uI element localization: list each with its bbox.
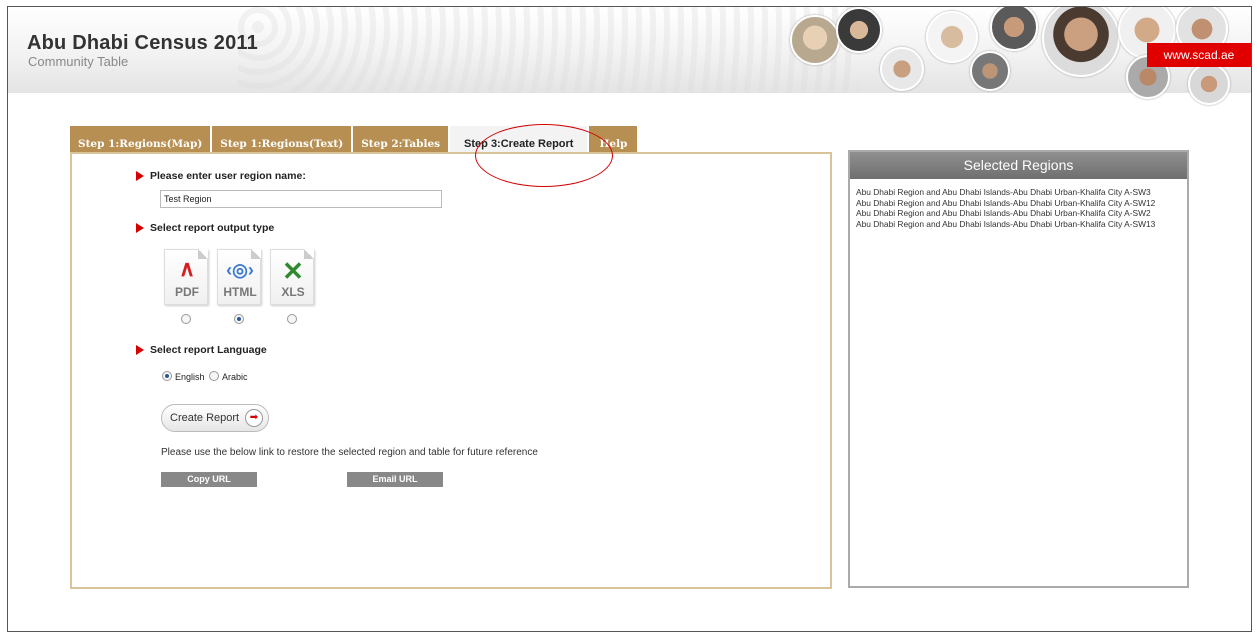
- header-photo: [1188, 63, 1230, 105]
- html-globe-icon: ‹◎›: [226, 260, 254, 280]
- create-report-label: Create Report: [170, 412, 240, 424]
- language-arabic-radio[interactable]: [209, 371, 219, 381]
- region-name-input[interactable]: [160, 190, 442, 208]
- header-photo: [926, 11, 978, 63]
- header-photo: [880, 47, 924, 91]
- list-item: Abu Dhabi Region and Abu Dhabi Islands-A…: [856, 197, 1156, 208]
- output-type-label: Select report output type: [135, 222, 275, 234]
- create-report-button[interactable]: Create Report ➡: [161, 404, 269, 432]
- pdf-icon: ∧: [178, 256, 196, 281]
- selected-regions-title: Selected Regions: [850, 152, 1187, 179]
- xls-ext-label: XLS: [281, 285, 305, 299]
- excel-icon: ✕: [282, 256, 304, 286]
- html-ext-label: HTML: [223, 285, 257, 299]
- header-photo: [990, 7, 1038, 51]
- language-arabic-label: Arabic: [222, 372, 248, 382]
- site-link-badge[interactable]: www.scad.ae: [1147, 43, 1251, 67]
- output-pdf-radio[interactable]: [181, 314, 191, 324]
- page-header: Abu Dhabi Census 2011 Community Table ww…: [8, 7, 1251, 105]
- pdf-file-icon: ∧ PDF: [164, 249, 208, 305]
- list-item: Abu Dhabi Region and Abu Dhabi Islands-A…: [856, 208, 1151, 218]
- header-photo: [1042, 7, 1120, 77]
- list-item: Abu Dhabi Region and Abu Dhabi Islands-A…: [856, 218, 1156, 229]
- selected-regions-panel: Selected Regions Abu Dhabi Region and Ab…: [848, 150, 1189, 588]
- arrow-right-icon: ➡: [245, 409, 263, 427]
- app-title: Abu Dhabi Census 2011: [27, 32, 258, 54]
- output-xls-radio[interactable]: [287, 314, 297, 324]
- header-photo: [790, 15, 840, 65]
- app-window: Abu Dhabi Census 2011 Community Table ww…: [7, 6, 1252, 632]
- header-photo: [836, 7, 882, 53]
- header-photo: [970, 51, 1010, 91]
- create-report-panel: Please enter user region name: Select re…: [70, 152, 832, 589]
- xls-file-icon: ✕ XLS: [270, 249, 314, 305]
- html-file-icon: ‹◎› HTML: [217, 249, 261, 305]
- copy-url-button[interactable]: Copy URL: [161, 472, 257, 487]
- region-name-label: Please enter user region name:: [136, 170, 306, 182]
- language-english-radio[interactable]: [162, 371, 172, 381]
- header-pattern: [238, 7, 858, 93]
- language-english-label: English: [175, 372, 205, 382]
- language-label: Select report Language: [136, 344, 267, 356]
- app-subtitle: Community Table: [28, 54, 129, 69]
- pdf-ext-label: PDF: [175, 285, 199, 299]
- restore-hint-text: Please use the below link to restore the…: [161, 447, 538, 458]
- list-item: Abu Dhabi Region and Abu Dhabi Islands-A…: [856, 187, 1151, 197]
- output-html-radio[interactable]: [234, 314, 244, 324]
- highlight-circle: [475, 124, 613, 187]
- selected-regions-list: Abu Dhabi Region and Abu Dhabi Islands-A…: [850, 179, 1187, 237]
- email-url-button[interactable]: Email URL: [347, 472, 443, 487]
